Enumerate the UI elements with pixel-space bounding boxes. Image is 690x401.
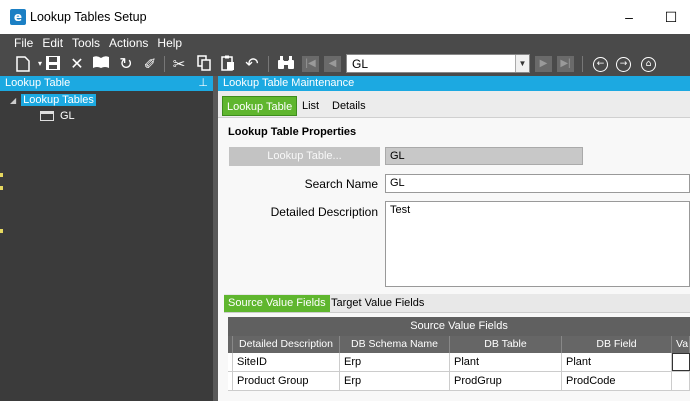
- app-logo-icon: e: [10, 9, 26, 25]
- tab-source-value-fields[interactable]: Source Value Fields: [224, 295, 330, 312]
- binoculars-icon[interactable]: [277, 55, 295, 73]
- tab-lookup-table[interactable]: Lookup Table: [222, 96, 298, 116]
- menu-help[interactable]: Help: [157, 36, 182, 50]
- menu-file[interactable]: File: [14, 36, 33, 50]
- left-panel-title: Lookup Table: [5, 77, 71, 89]
- description-field[interactable]: Test: [385, 201, 690, 287]
- pin-icon[interactable]: ⊥: [198, 76, 208, 91]
- toolbar-separator: [164, 56, 165, 72]
- right-panel-header: Lookup Table Maintenance: [218, 76, 690, 91]
- table-cell[interactable]: ProdCode: [562, 372, 672, 391]
- window-title: Lookup Tables Setup: [30, 10, 147, 24]
- first-record-icon[interactable]: |◀: [302, 56, 319, 72]
- record-combo-value: GL: [352, 57, 369, 71]
- lookup-table-button[interactable]: Lookup Table...: [229, 147, 380, 166]
- minimize-button[interactable]: –: [618, 6, 640, 28]
- right-panel-title: Lookup Table Maintenance: [223, 77, 355, 89]
- last-record-icon[interactable]: ▶|: [557, 56, 574, 72]
- tab-list[interactable]: List: [302, 96, 319, 116]
- subtab-strip: Source Value Fields Target Value Fields: [224, 294, 690, 313]
- main-tabstrip: Lookup Table List Details: [218, 91, 690, 117]
- next-record-icon[interactable]: ▶: [535, 56, 552, 72]
- right-panel: Lookup Table Maintenance Lookup Table Li…: [218, 76, 690, 401]
- title-bar: e Lookup Tables Setup – ☐: [0, 0, 690, 34]
- undo-icon[interactable]: ↶: [243, 55, 261, 73]
- column-header[interactable]: DB Schema Name: [340, 336, 450, 353]
- table-row[interactable]: Product Group Erp ProdGrup ProdCode: [228, 372, 690, 391]
- paste-icon[interactable]: [219, 55, 237, 73]
- table-cell[interactable]: ProdGrup: [450, 372, 562, 391]
- tree-node-gl[interactable]: GL: [40, 110, 75, 122]
- tree-node-label[interactable]: GL: [60, 110, 75, 122]
- record-combo[interactable]: GL ▼: [346, 54, 530, 73]
- folder-icon: [40, 111, 54, 121]
- tree-root-label[interactable]: Lookup Tables: [21, 94, 96, 106]
- clear-icon[interactable]: ✐: [141, 55, 159, 73]
- delete-icon[interactable]: ✕: [68, 55, 86, 73]
- table-cell[interactable]: Erp: [340, 353, 450, 372]
- toolbar-separator: [582, 56, 583, 72]
- grid-band-title: Source Value Fields: [228, 317, 690, 336]
- active-cell-editor[interactable]: [672, 353, 690, 371]
- column-header[interactable]: DB Table: [450, 336, 562, 353]
- column-header[interactable]: Va: [672, 336, 690, 353]
- search-name-label: Search Name: [304, 177, 378, 191]
- description-label: Detailed Description: [270, 205, 378, 219]
- tab-details[interactable]: Details: [332, 96, 366, 116]
- left-panel: Lookup Table ⊥ ◢ Lookup Tables GL: [0, 76, 213, 401]
- edge-marker: [0, 186, 3, 190]
- search-name-field[interactable]: GL: [385, 174, 690, 193]
- table-cell[interactable]: SiteID: [233, 353, 340, 372]
- column-header[interactable]: Detailed Description: [233, 336, 340, 353]
- maximize-button[interactable]: ☐: [660, 6, 682, 28]
- chevron-down-icon[interactable]: ▼: [515, 55, 529, 72]
- menu-tools[interactable]: Tools: [72, 36, 100, 50]
- edge-marker: [0, 173, 3, 177]
- table-cell[interactable]: Plant: [562, 353, 672, 372]
- forward-icon[interactable]: →: [616, 57, 631, 72]
- menu-actions[interactable]: Actions: [109, 36, 148, 50]
- grid-header: Detailed Description DB Schema Name DB T…: [228, 336, 690, 353]
- edge-marker: [0, 229, 3, 233]
- open-book-icon[interactable]: [92, 55, 110, 73]
- table-cell[interactable]: [672, 372, 690, 391]
- back-icon[interactable]: ←: [593, 57, 608, 72]
- lookup-table-id-field: GL: [385, 147, 583, 165]
- table-row[interactable]: SiteID Erp Plant Plant: [228, 353, 690, 372]
- save-icon[interactable]: [44, 55, 62, 73]
- toolbar: ▾ ✕ ↻ ✐ ✂ ↶ |◀ ◀ GL ▼ ▶ ▶| ← → ⌂: [0, 52, 690, 76]
- copy-icon[interactable]: [195, 55, 213, 73]
- new-icon[interactable]: [14, 55, 32, 73]
- table-cell[interactable]: Product Group: [233, 372, 340, 391]
- refresh-icon[interactable]: ↻: [117, 55, 135, 73]
- table-cell[interactable]: Plant: [450, 353, 562, 372]
- cut-icon[interactable]: ✂: [170, 55, 188, 73]
- menu-edit[interactable]: Edit: [42, 36, 63, 50]
- tab-target-value-fields[interactable]: Target Value Fields: [331, 295, 424, 312]
- section-title: Lookup Table Properties: [228, 126, 357, 138]
- tree-root[interactable]: ◢ Lookup Tables: [10, 94, 96, 106]
- tree-collapse-icon[interactable]: ◢: [10, 96, 16, 105]
- home-icon[interactable]: ⌂: [641, 57, 656, 72]
- left-panel-header: Lookup Table ⊥: [0, 76, 213, 91]
- previous-record-icon[interactable]: ◀: [324, 56, 341, 72]
- menu-bar: File Edit Tools Actions Help: [0, 34, 690, 52]
- table-cell[interactable]: Erp: [340, 372, 450, 391]
- column-header[interactable]: DB Field: [562, 336, 672, 353]
- toolbar-separator: [268, 56, 269, 72]
